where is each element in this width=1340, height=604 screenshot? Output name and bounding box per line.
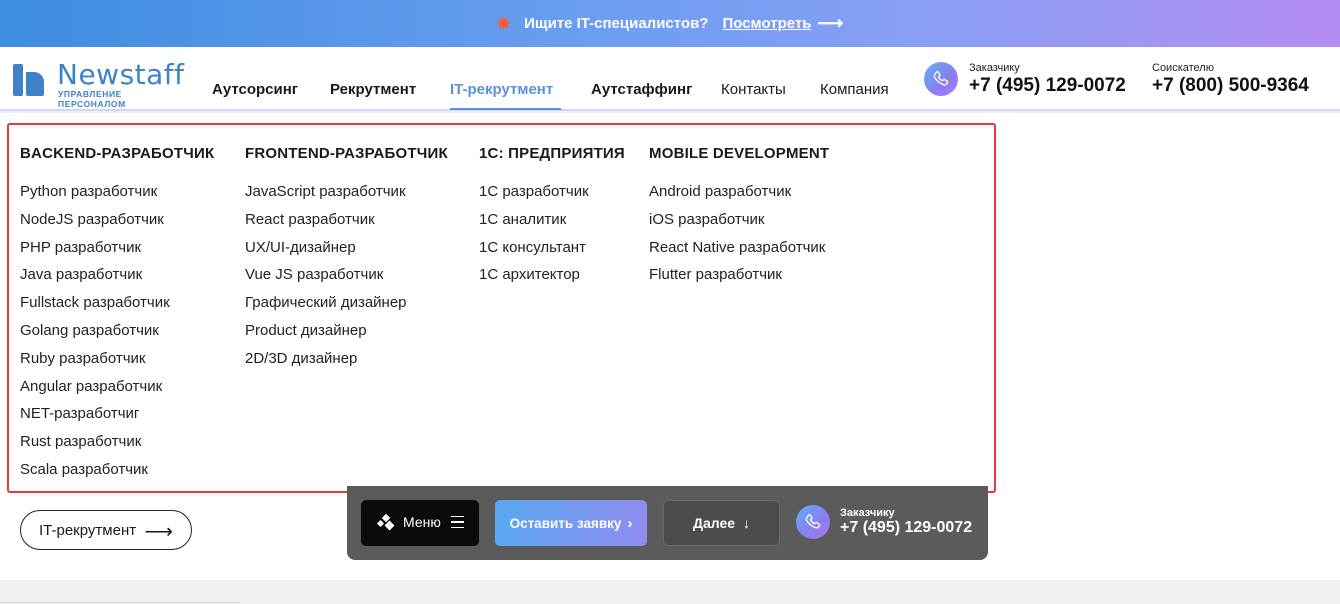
menu-link[interactable]: Ruby разработчик: [20, 348, 214, 376]
menu-link[interactable]: Fullstack разработчик: [20, 292, 214, 320]
menu-column-1c: 1С: ПРЕДПРИЯТИЯ 1С разработчик 1С аналит…: [479, 145, 625, 292]
it-recruitment-button-label: IT-рекрутмент: [39, 521, 137, 539]
submit-request-button[interactable]: Оставить заявку ›: [495, 500, 647, 546]
nav-item-recruitment[interactable]: Рекрутмент: [330, 81, 416, 98]
next-button-label: Далее: [692, 515, 736, 531]
nav-item-outstaffing[interactable]: Аутстаффинг: [591, 81, 692, 98]
nav-item-it-recruitment[interactable]: IT-рекрутмент: [450, 81, 553, 98]
floating-action-bar: Меню Оставить заявку › Далее ↓ Заказчику…: [347, 486, 988, 560]
menu-link[interactable]: React разработчик: [245, 209, 448, 237]
menu-link[interactable]: Product дизайнер: [245, 320, 448, 348]
logo-name: Newstaff: [57, 58, 185, 91]
menu-link[interactable]: NET-разработчиг: [20, 403, 214, 431]
menu-link[interactable]: Golang разработчик: [20, 320, 214, 348]
contact-number-customer[interactable]: +7 (495) 129-0072: [969, 75, 1126, 97]
menu-link[interactable]: 1С аналитик: [479, 209, 625, 237]
menu-button-label: Меню: [403, 514, 441, 530]
menu-column-frontend: FRONTEND-РАЗРАБОТЧИК JavaScript разработ…: [245, 145, 448, 376]
spark-icon: ✸: [496, 15, 511, 33]
phone-icon[interactable]: [924, 62, 958, 96]
contact-label-applicant: Соискателю: [1152, 62, 1214, 74]
menu-link[interactable]: React Native разработчик: [649, 237, 829, 265]
contact-number-applicant[interactable]: +7 (800) 500-9364: [1152, 75, 1309, 97]
nav-active-underline: [450, 108, 561, 110]
arrow-right-icon: ⟶: [144, 521, 173, 543]
menu-link[interactable]: Графический дизайнер: [245, 292, 448, 320]
logo-tagline: УПРАВЛЕНИЕ ПЕРСОНАЛОМ: [58, 89, 126, 109]
nav-item-company[interactable]: Компания: [820, 81, 889, 98]
menu-column-mobile: MOBILE DEVELOPMENT Android разработчик i…: [649, 145, 829, 292]
menu-link[interactable]: UX/UI-дизайнер: [245, 237, 448, 265]
page: ✸ Ищите IT-специалистов? Посмотреть ⟶ Ne…: [0, 0, 1340, 604]
menu-link[interactable]: Rust разработчик: [20, 431, 214, 459]
floatbar-contact-label: Заказчику: [840, 507, 895, 519]
menu-link[interactable]: 1С разработчик: [479, 181, 625, 209]
column-title: 1С: ПРЕДПРИЯТИЯ: [479, 145, 625, 162]
phone-icon[interactable]: [796, 505, 830, 539]
top-banner: ✸ Ищите IT-специалистов? Посмотреть ⟶: [0, 0, 1340, 47]
nav-item-contacts[interactable]: Контакты: [721, 81, 786, 98]
banner-link[interactable]: Посмотреть: [722, 15, 811, 32]
menu-link[interactable]: JavaScript разработчик: [245, 181, 448, 209]
logo[interactable]: Newstaff УПРАВЛЕНИЕ ПЕРСОНАЛОМ: [13, 58, 185, 109]
menu-link[interactable]: Android разработчик: [649, 181, 829, 209]
submit-request-label: Оставить заявку: [509, 515, 622, 531]
menu-column-backend: BACKEND-РАЗРАБОТЧИК Python разработчик N…: [20, 145, 214, 487]
menu-link[interactable]: 1С архитектор: [479, 264, 625, 292]
column-title: BACKEND-РАЗРАБОТЧИК: [20, 145, 215, 162]
page-footer-strip: [0, 580, 1340, 604]
site-header: Newstaff УПРАВЛЕНИЕ ПЕРСОНАЛОМ Аутсорсин…: [0, 47, 1340, 111]
nav-item-outsourcing[interactable]: Аутсорсинг: [212, 81, 298, 98]
banner-text: Ищите IT-специалистов?: [524, 15, 709, 32]
menu-link[interactable]: Angular разработчик: [20, 376, 214, 404]
menu-link[interactable]: Python разработчик: [20, 181, 214, 209]
menu-link[interactable]: Scala разработчик: [20, 459, 214, 487]
menu-link[interactable]: Vue JS разработчик: [245, 264, 448, 292]
menu-link[interactable]: Java разработчик: [20, 264, 214, 292]
floatbar-contact-number[interactable]: +7 (495) 129-0072: [840, 519, 972, 537]
arrow-down-icon: ↓: [743, 515, 751, 531]
menu-link[interactable]: Flutter разработчик: [649, 264, 829, 292]
chevron-right-icon: ›: [627, 514, 633, 532]
menu-link[interactable]: PHP разработчик: [20, 237, 214, 265]
menu-button[interactable]: Меню: [361, 500, 479, 546]
menu-link[interactable]: NodeJS разработчик: [20, 209, 214, 237]
logo-mark-icon: [13, 64, 47, 96]
column-title: MOBILE DEVELOPMENT: [649, 145, 830, 162]
menu-link[interactable]: 1С консультант: [479, 237, 625, 265]
diamond-logo-icon: [377, 514, 395, 531]
hamburger-icon: [451, 516, 464, 528]
column-title: FRONTEND-РАЗРАБОТЧИК: [245, 145, 448, 162]
arrow-right-icon[interactable]: ⟶: [817, 13, 843, 34]
next-button[interactable]: Далее ↓: [663, 500, 780, 546]
menu-link[interactable]: 2D/3D дизайнер: [245, 348, 448, 376]
divider: [0, 602, 240, 603]
menu-link[interactable]: iOS разработчик: [649, 209, 829, 237]
it-recruitment-button[interactable]: IT-рекрутмент ⟶: [20, 510, 192, 550]
contact-label-customer: Заказчику: [969, 62, 1020, 74]
